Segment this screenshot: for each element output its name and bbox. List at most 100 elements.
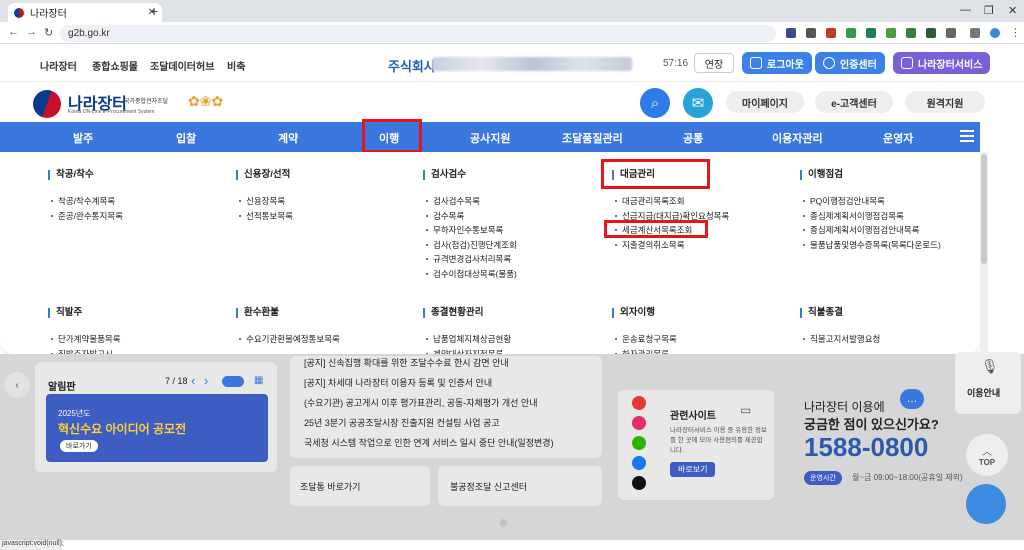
news-item[interactable]: [공지] 신속집행 확대를 위한 조달수수료 한시 감면 안내 xyxy=(304,356,509,369)
mail-icon[interactable]: ✉ xyxy=(683,88,713,118)
search-icon[interactable]: ⌕ xyxy=(640,88,670,118)
nav-item[interactable]: 입찰 xyxy=(176,130,196,146)
logout-button[interactable]: 로그아웃 xyxy=(742,52,812,74)
cert-center-button[interactable]: 인증센터 xyxy=(815,52,885,74)
usage-guide-button[interactable]: 🎙 이용안내 xyxy=(955,352,1021,414)
menu-link[interactable]: 신용장목록 xyxy=(236,194,416,209)
prev-icon[interactable]: ‹ xyxy=(191,373,195,388)
menu-scroll-thumb[interactable] xyxy=(981,154,987,264)
contest-banner[interactable]: 2025년도 혁신수요 아이디어 공모전 바로가기 xyxy=(46,394,268,462)
extension-icon[interactable] xyxy=(786,28,796,38)
new-tab-icon[interactable]: + xyxy=(150,3,158,19)
menu-link[interactable]: 단가계약물품목록 xyxy=(48,332,228,347)
back-icon[interactable]: ← xyxy=(8,26,19,38)
autoplay-toggle[interactable] xyxy=(222,376,244,387)
logo-row: 나라장터 국가종합전자조달 Korea ON-Line E-Procuremen… xyxy=(0,82,1024,122)
menu-link[interactable]: 규격변경검사처리목록 xyxy=(423,252,603,267)
topnav-item[interactable]: 조달데이터허브 xyxy=(150,58,214,73)
grid-icon xyxy=(901,57,913,69)
nav-item[interactable]: 공사지원 xyxy=(470,130,510,146)
menu-link[interactable]: 운송료청구목록 xyxy=(612,332,792,347)
hamburger-menu-icon[interactable] xyxy=(960,130,974,142)
menu-link[interactable]: 검사검수목록 xyxy=(423,194,603,209)
menu-link[interactable]: 종심제계획서이행점검목록 xyxy=(800,209,980,224)
mypage-button[interactable]: 마이페이지 xyxy=(726,91,804,113)
profile-icon[interactable] xyxy=(990,28,1000,38)
extension-icon[interactable] xyxy=(906,28,916,38)
topnav-item[interactable]: 종합쇼핑몰 xyxy=(92,58,138,73)
mascot-icon[interactable] xyxy=(966,484,1006,524)
grid-view-icon[interactable]: ▦ xyxy=(254,375,263,386)
nav-item[interactable]: 이용자관리 xyxy=(772,130,823,146)
taegeuk-logo-icon[interactable] xyxy=(33,90,61,118)
browser-tab[interactable]: 나라장터 ✕ xyxy=(8,3,162,22)
menu-link[interactable]: 검수목록 xyxy=(423,209,603,224)
menu-link[interactable]: 선적통보목록 xyxy=(236,209,416,224)
top-button[interactable]: ︿ TOP xyxy=(966,434,1008,476)
extension-icon[interactable] xyxy=(886,28,896,38)
menu-link[interactable]: 직불고지서발행요청 xyxy=(800,332,980,347)
youtube-icon[interactable] xyxy=(632,396,646,410)
news-item[interactable]: [공지] 차세대 나라장터 이용자 등록 및 인증서 안내 xyxy=(304,376,492,389)
nav-item[interactable]: 운영자 xyxy=(883,130,913,146)
prev-arrow-icon[interactable]: ‹ xyxy=(4,372,30,398)
menu-link[interactable]: 착공/착수계목록 xyxy=(48,194,228,209)
extension-icon[interactable] xyxy=(866,28,876,38)
reload-icon[interactable]: ↻ xyxy=(44,26,53,39)
microphone-icon: 🎙 xyxy=(981,358,999,374)
flowers-decoration-icon: ✿❀✿ xyxy=(188,93,224,109)
news-item[interactable]: (수요기관) 공고게시 이후 평가표관리, 공동-자체평가 개선 안내 xyxy=(304,396,538,409)
maximize-icon[interactable]: ❐ xyxy=(984,4,994,17)
topnav-item[interactable]: 나라장터 xyxy=(40,58,77,73)
blog-icon[interactable] xyxy=(632,436,646,450)
nav-item[interactable]: 계약 xyxy=(278,130,298,146)
quick-link-label: 조달통 바로가기 xyxy=(300,482,361,492)
minimize-icon[interactable]: — xyxy=(960,4,971,16)
nav-item[interactable]: 발주 xyxy=(73,130,93,146)
menu-link[interactable]: 검사(점검)진행단계조회 xyxy=(423,238,603,253)
menu-link[interactable]: 준공/완수통지목록 xyxy=(48,209,228,224)
x-icon[interactable] xyxy=(632,476,646,490)
download-icon[interactable] xyxy=(970,28,980,38)
menu-link[interactable]: 수요기관환불예정통보목록 xyxy=(236,332,416,347)
quick-link-card[interactable]: 불공정조달 신고센터 xyxy=(438,466,602,506)
remote-support-button[interactable]: 원격지원 xyxy=(905,91,985,113)
close-window-icon[interactable]: ✕ xyxy=(1008,4,1017,17)
menu-link[interactable]: 대금관리목록조회 xyxy=(612,194,792,209)
menu-link[interactable]: 종심제계획서이행점검안내목록 xyxy=(800,223,980,238)
news-item[interactable]: 25년 3분기 공공조달시장 진출지원 컨설팅 사업 공고 xyxy=(304,416,500,429)
news-item[interactable]: 국세청 시스템 작업으로 인한 연계 서비스 일시 중단 안내(일정변경) xyxy=(304,436,554,449)
topnav-item[interactable]: 비축 xyxy=(227,58,245,73)
url-input[interactable]: g2b.go.kr xyxy=(60,25,776,42)
forward-icon[interactable]: → xyxy=(26,26,37,38)
extension-icon[interactable] xyxy=(806,28,816,38)
services-label: 나라장터서비스 xyxy=(918,59,983,71)
top-label: TOP xyxy=(978,458,996,467)
menu-heading: 직불종결 xyxy=(800,308,980,318)
browser-menu-icon[interactable]: ⋮ xyxy=(1010,26,1021,39)
services-button[interactable]: 나라장터서비스 xyxy=(893,52,991,74)
instagram-icon[interactable] xyxy=(632,416,646,430)
highlight-box xyxy=(604,220,708,238)
nav-item[interactable]: 공통 xyxy=(683,130,703,146)
extension-icon[interactable] xyxy=(826,28,836,38)
customer-center-button[interactable]: e-고객센터 xyxy=(815,91,893,113)
chat-bubble-icon: … xyxy=(900,389,924,409)
menu-link[interactable]: 물품납품및영수증목록(목록다운로드) xyxy=(800,238,980,253)
extension-icon[interactable] xyxy=(946,28,956,38)
nav-item[interactable]: 조달품질관리 xyxy=(562,130,623,146)
menu-link[interactable]: 검수이첩대상목록(물품) xyxy=(423,267,603,282)
quick-link-card[interactable]: 조달통 바로가기 xyxy=(290,466,430,506)
extend-button[interactable]: 연장 xyxy=(694,53,734,73)
related-view-button[interactable]: 바로보기 xyxy=(670,462,716,477)
menu-link[interactable]: 납품업체지체상금현황 xyxy=(423,332,603,347)
menu-link[interactable]: 지출결의취소목록 xyxy=(612,238,792,253)
menu-link[interactable]: PQ이행점검안내목록 xyxy=(800,194,980,209)
favicon-icon xyxy=(14,7,24,18)
extension-icon[interactable] xyxy=(926,28,936,38)
next-icon[interactable]: › xyxy=(204,373,208,388)
menu-link[interactable]: 무하자인수통보목록 xyxy=(423,223,603,238)
facebook-icon[interactable] xyxy=(632,456,646,470)
banner-button[interactable]: 바로가기 xyxy=(60,440,98,452)
extension-icon[interactable] xyxy=(846,28,856,38)
